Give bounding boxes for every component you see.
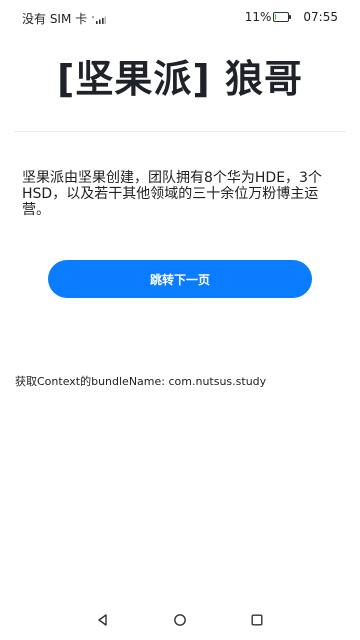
- status-bar: 没有 SIM 卡 11% 07:55: [0, 0, 360, 36]
- clock-time: 07:55: [303, 10, 338, 24]
- status-right: 11% 07:55: [245, 10, 338, 24]
- battery-percent: 11%: [244, 10, 272, 24]
- next-page-button[interactable]: 跳转下一页: [48, 260, 312, 298]
- battery-fill: [275, 14, 277, 20]
- bundle-name-text: 获取Context的bundleName: com.nutsus.study: [15, 375, 267, 388]
- carrier-status: 没有 SIM 卡: [22, 10, 107, 27]
- recent-square-icon[interactable]: [249, 612, 265, 628]
- home-circle-icon[interactable]: [172, 612, 188, 628]
- back-triangle-icon[interactable]: [95, 612, 111, 628]
- app-screen: 没有 SIM 卡 11% 07:55 [坚果派] 狼哥 坚果派由坚果创建，团队拥…: [0, 0, 360, 640]
- title-divider: [14, 131, 346, 132]
- page-title: [坚果派] 狼哥: [57, 57, 303, 101]
- battery-icon: [273, 12, 292, 22]
- description-text: 坚果派由坚果创建，团队拥有8个华为HDE，3个HSD，以及若干其他领域的三十余位…: [22, 170, 322, 218]
- carrier-label: 没有 SIM 卡: [22, 12, 88, 26]
- navigation-bar: [0, 600, 360, 640]
- no-signal-icon: [92, 13, 107, 27]
